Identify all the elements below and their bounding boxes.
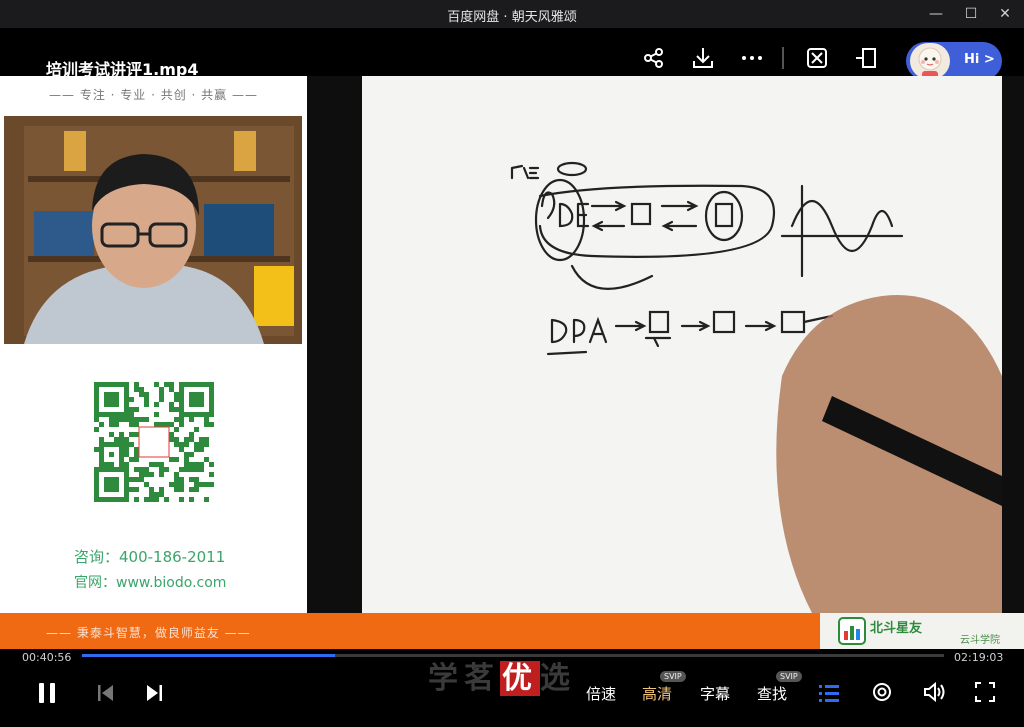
pause-button[interactable] bbox=[36, 681, 58, 709]
settings-icon bbox=[873, 683, 891, 701]
playlist-icon bbox=[819, 685, 839, 702]
watermark: 学茗优选 bbox=[428, 653, 576, 697]
volume-button[interactable] bbox=[923, 681, 947, 707]
title-bar: 百度网盘 · 朝天风雅颂 — ☐ ✕ bbox=[0, 0, 1024, 28]
volume-icon bbox=[924, 681, 945, 703]
find-svip-badge: SVIP bbox=[776, 671, 802, 682]
more-button[interactable] bbox=[738, 44, 766, 72]
brand-subtitle: 云斗学院 bbox=[960, 635, 1000, 646]
player-controls: 00:40:56 02:19:03 学茗优选 倍速 SVIP 高清 字幕 SVI… bbox=[0, 649, 1024, 727]
official-site: 官网：www.biodo.com bbox=[74, 575, 227, 591]
subtitle-button[interactable]: 字幕 bbox=[700, 683, 730, 704]
settings-button[interactable] bbox=[871, 681, 893, 707]
assistant-avatar bbox=[910, 43, 950, 79]
assistant-label: Hi > bbox=[964, 52, 995, 67]
share-button[interactable] bbox=[640, 44, 668, 72]
find-button[interactable]: 查找 bbox=[757, 683, 787, 704]
video-left-panel: —— 专注 · 专业 · 共创 · 共赢 —— 咨询：400-186-2011 … bbox=[0, 76, 307, 613]
assistant-button[interactable]: Hi > bbox=[906, 42, 1002, 80]
fullscreen-icon bbox=[975, 682, 995, 702]
download-icon bbox=[693, 48, 713, 68]
watermark-char-1: 学 bbox=[428, 661, 464, 696]
skip-next-icon bbox=[147, 685, 162, 701]
float-window-button[interactable] bbox=[852, 44, 880, 72]
next-button[interactable] bbox=[144, 684, 164, 706]
quality-svip-badge: SVIP bbox=[660, 671, 686, 682]
consult-phone: 咨询：400-186-2011 bbox=[74, 548, 226, 566]
toolbar-divider bbox=[782, 47, 784, 69]
share-icon bbox=[644, 48, 663, 68]
pause-icon bbox=[39, 683, 55, 703]
download-button[interactable] bbox=[689, 44, 717, 72]
total-time: 02:19:03 bbox=[954, 651, 1004, 664]
screenshot-button[interactable] bbox=[803, 44, 831, 72]
panel-slogan: —— 专注 · 专业 · 共创 · 共赢 —— bbox=[49, 88, 258, 102]
whiteboard-paper bbox=[362, 76, 1002, 613]
minimize-button[interactable]: — bbox=[925, 4, 947, 24]
playlist-button[interactable] bbox=[818, 683, 840, 707]
fullscreen-button[interactable] bbox=[974, 681, 996, 707]
more-icon bbox=[742, 56, 762, 60]
watermark-char-3: 优 bbox=[500, 661, 540, 696]
brand-logo-icon bbox=[838, 617, 866, 645]
watermark-char-2: 茗 bbox=[464, 661, 500, 696]
banner-text: —— 秉泰斗智慧，做良师益友 —— bbox=[46, 626, 251, 640]
qr-code bbox=[94, 382, 214, 502]
float-window-icon bbox=[856, 48, 876, 68]
window-title: 百度网盘 · 朝天风雅颂 bbox=[447, 10, 577, 25]
lecturer-camera bbox=[4, 116, 302, 344]
speed-button[interactable]: 倍速 bbox=[586, 683, 616, 704]
quality-button[interactable]: 高清 bbox=[642, 683, 672, 704]
video-frame[interactable]: —— 专注 · 专业 · 共创 · 共赢 —— 咨询：400-186-2011 … bbox=[0, 76, 1024, 613]
close-button[interactable]: ✕ bbox=[994, 4, 1016, 24]
screenshot-icon bbox=[807, 48, 827, 68]
whiteboard-view: ❮ bbox=[307, 76, 1024, 613]
brand-box: 北斗星友 云斗学院 bbox=[820, 613, 1024, 649]
watermark-char-4: 选 bbox=[540, 661, 576, 696]
skip-previous-icon bbox=[98, 685, 113, 701]
current-time: 00:40:56 bbox=[22, 651, 72, 664]
progress-fill bbox=[82, 654, 336, 657]
previous-button[interactable] bbox=[96, 684, 116, 706]
maximize-button[interactable]: ☐ bbox=[960, 4, 982, 24]
brand-name: 北斗星友 bbox=[870, 621, 923, 636]
handwriting-drawing bbox=[510, 161, 1002, 613]
bottom-banner: —— 秉泰斗智慧，做良师益友 —— bbox=[0, 613, 820, 649]
